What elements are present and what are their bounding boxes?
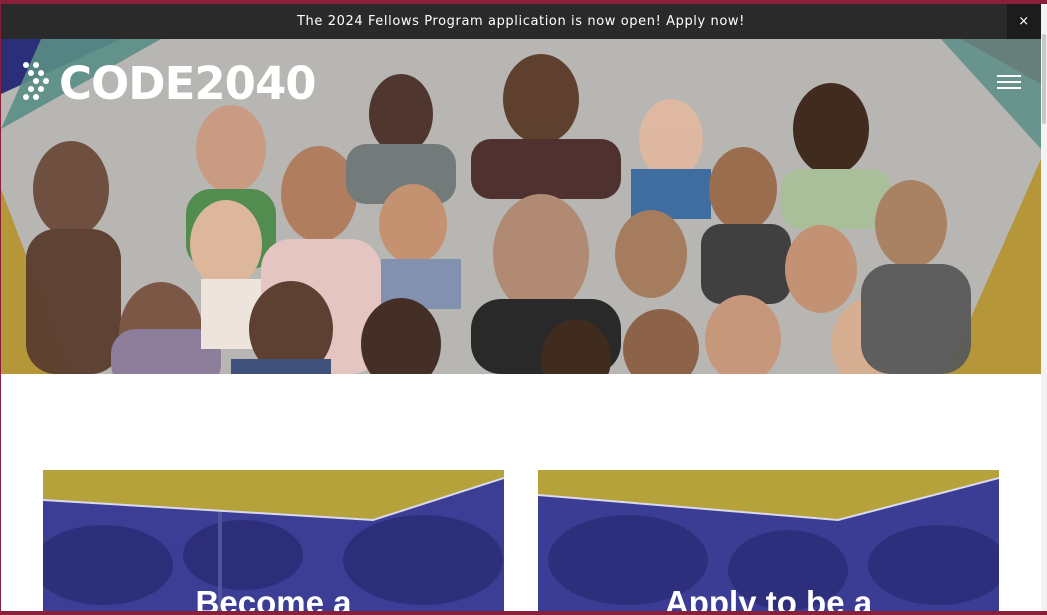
logo-text: CODE2040 bbox=[59, 56, 317, 110]
announcement-text[interactable]: The 2024 Fellows Program application is … bbox=[297, 14, 745, 29]
card-title: Apply to be a bbox=[664, 584, 873, 611]
logo-dots-icon bbox=[23, 62, 49, 100]
scrollbar-thumb[interactable] bbox=[1042, 34, 1046, 124]
page-scrollbar[interactable] bbox=[1041, 4, 1047, 611]
card-title: Become a bbox=[195, 584, 352, 611]
hero-banner: CODE2040 bbox=[1, 39, 1041, 374]
hamburger-menu-button[interactable] bbox=[995, 71, 1023, 93]
hamburger-menu-icon bbox=[997, 75, 1021, 77]
become-a-card[interactable]: Become a bbox=[43, 470, 504, 611]
browser-page: The 2024 Fellows Program application is … bbox=[1, 4, 1041, 611]
close-icon: × bbox=[1018, 14, 1030, 29]
site-logo[interactable]: CODE2040 bbox=[21, 56, 317, 110]
apply-to-be-a-card[interactable]: Apply to be a bbox=[538, 470, 999, 611]
close-announcement-button[interactable]: × bbox=[1007, 4, 1041, 39]
announcement-bar: The 2024 Fellows Program application is … bbox=[1, 4, 1041, 39]
